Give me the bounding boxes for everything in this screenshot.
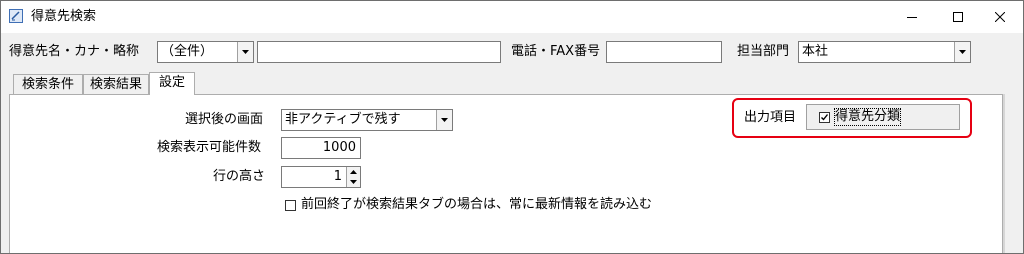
close-button[interactable] (977, 1, 1023, 33)
restore-tab-checkbox[interactable] (285, 200, 296, 211)
after-select-select[interactable]: 非アクティブで残す (281, 109, 453, 131)
after-select-dropdown-button[interactable] (436, 110, 452, 130)
customer-category-checkbox[interactable] (819, 112, 830, 123)
phone-label: 電話・FAX番号 (511, 44, 601, 59)
chevron-up-icon (350, 170, 357, 174)
search-window: 得意先検索 得意先名・カナ・略称 （全件） 電話・FAX番号 担当部門 本社 検… (0, 0, 1024, 254)
name-mode-dropdown-button[interactable] (237, 42, 253, 62)
row-height-spinner[interactable] (346, 167, 360, 187)
spin-down-button[interactable] (347, 177, 360, 187)
form-area: 得意先名・カナ・略称 （全件） 電話・FAX番号 担当部門 本社 検索条件 検索… (1, 33, 1023, 253)
customer-name-input[interactable] (257, 41, 501, 63)
spin-up-button[interactable] (347, 167, 360, 177)
output-items-label: 出力項目 (744, 110, 797, 125)
name-mode-value: （全件） (161, 44, 214, 59)
app-icon (9, 9, 23, 23)
chevron-down-icon (959, 50, 966, 54)
max-results-input[interactable]: 1000 (281, 137, 361, 159)
window-title: 得意先検索 (31, 9, 97, 24)
department-value: 本社 (802, 44, 829, 59)
after-select-label: 選択後の画面 (185, 112, 264, 127)
tab-settings[interactable]: 設定 (149, 72, 195, 95)
tab-search-results[interactable]: 検索結果 (83, 74, 149, 94)
minimize-button[interactable] (889, 1, 935, 33)
chevron-down-icon (242, 50, 249, 54)
name-mode-select[interactable]: （全件） (157, 41, 254, 63)
output-items-list: 得意先分類 (806, 104, 960, 130)
row-height-value: 1 (333, 169, 342, 184)
department-dropdown-button[interactable] (954, 42, 970, 62)
department-select[interactable]: 本社 (798, 41, 971, 63)
customer-category-label: 得意先分類 (833, 108, 902, 126)
department-label: 担当部門 (737, 44, 790, 59)
after-select-value: 非アクティブで残す (285, 112, 401, 127)
chevron-down-icon (350, 180, 357, 184)
maximize-button[interactable] (935, 1, 981, 33)
customer-name-label: 得意先名・カナ・略称 (9, 44, 140, 59)
tab-search-conditions[interactable]: 検索条件 (13, 74, 83, 94)
row-height-input[interactable]: 1 (281, 166, 361, 188)
panel-scroll-edge (1003, 94, 1005, 253)
max-results-label: 検索表示可能件数 (157, 140, 262, 155)
phone-input[interactable] (606, 41, 722, 63)
checkmark-icon (821, 114, 829, 121)
restore-tab-label: 前回終了が検索結果タブの場合は、常に最新情報を読み込む (301, 197, 653, 212)
chevron-down-icon (441, 118, 448, 122)
row-height-label: 行の高さ (213, 169, 266, 184)
title-bar[interactable]: 得意先検索 (1, 1, 1023, 33)
